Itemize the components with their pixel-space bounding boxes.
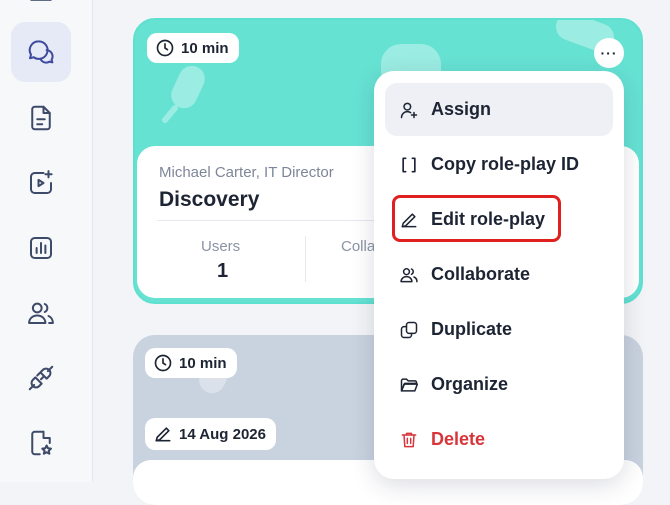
plug-icon	[28, 365, 54, 391]
persona-label: Michael Carter, IT Director	[159, 164, 334, 181]
stat-collaborators-label: Colla	[341, 238, 376, 255]
folder-icon	[400, 377, 419, 392]
brackets-icon	[402, 157, 416, 172]
sidebar-cut-icon	[30, 0, 52, 1]
duration-badge: 10 min	[145, 348, 237, 378]
menu-item-label: Collaborate	[431, 264, 531, 284]
stat-users-value: 1	[217, 260, 229, 282]
chat-icon	[28, 40, 54, 64]
sidebar	[0, 0, 93, 482]
menu-item-organize[interactable]: Organize	[385, 358, 613, 411]
sidebar-item-integrations[interactable]	[11, 348, 71, 408]
sidebar-item-analytics[interactable]	[11, 218, 71, 278]
clock-icon	[156, 39, 174, 57]
menu-item-label: Delete	[431, 429, 486, 449]
menu-item-label: Copy role-play ID	[431, 154, 580, 174]
file-star-icon	[31, 430, 52, 456]
menu-item-assign[interactable]: Assign	[385, 83, 613, 136]
menu-item-delete[interactable]: Delete	[385, 413, 613, 466]
duration-label: 10 min	[179, 354, 227, 372]
edited-date-badge: 14 Aug 2026	[145, 418, 276, 450]
video-sparkle-icon	[30, 170, 53, 194]
clock-icon	[154, 354, 172, 372]
more-options-label: ···	[600, 45, 618, 61]
edited-date-label: 14 Aug 2026	[179, 425, 266, 443]
user-plus-icon	[400, 102, 418, 118]
trash-icon	[401, 432, 417, 447]
menu-item-label: Assign	[431, 99, 492, 119]
menu-item-label: Organize	[431, 374, 509, 394]
analytics-icon	[30, 237, 52, 259]
duration-label: 10 min	[181, 39, 229, 57]
pencil-icon	[155, 427, 171, 442]
users-icon	[400, 267, 418, 282]
menu-item-label: Duplicate	[431, 319, 513, 339]
more-options-button[interactable]: ···	[594, 38, 624, 68]
users-icon	[28, 302, 54, 324]
stat-separator	[305, 236, 306, 282]
roleplay-title: Discovery	[159, 188, 260, 211]
duration-badge: 10 min	[147, 33, 239, 63]
sidebar-item-favorites[interactable]	[11, 413, 71, 473]
sidebar-item-users[interactable]	[11, 283, 71, 343]
menu-item-duplicate[interactable]: Duplicate	[385, 303, 613, 356]
duplicate-icon	[400, 321, 418, 338]
sidebar-item-roleplays[interactable]	[11, 22, 71, 82]
context-menu: Assign Copy role-play ID Edit role-play …	[374, 71, 624, 479]
menu-item-copy-id[interactable]: Copy role-play ID	[385, 138, 613, 191]
stat-users-label: Users	[201, 238, 241, 255]
edit-roleplay-highlight	[392, 195, 561, 242]
sidebar-item-video[interactable]	[11, 153, 71, 213]
menu-item-collaborate[interactable]: Collaborate	[385, 248, 613, 301]
sidebar-item-documents[interactable]	[11, 88, 71, 148]
microphone-decoration-icon	[162, 65, 205, 123]
document-icon	[31, 105, 51, 131]
